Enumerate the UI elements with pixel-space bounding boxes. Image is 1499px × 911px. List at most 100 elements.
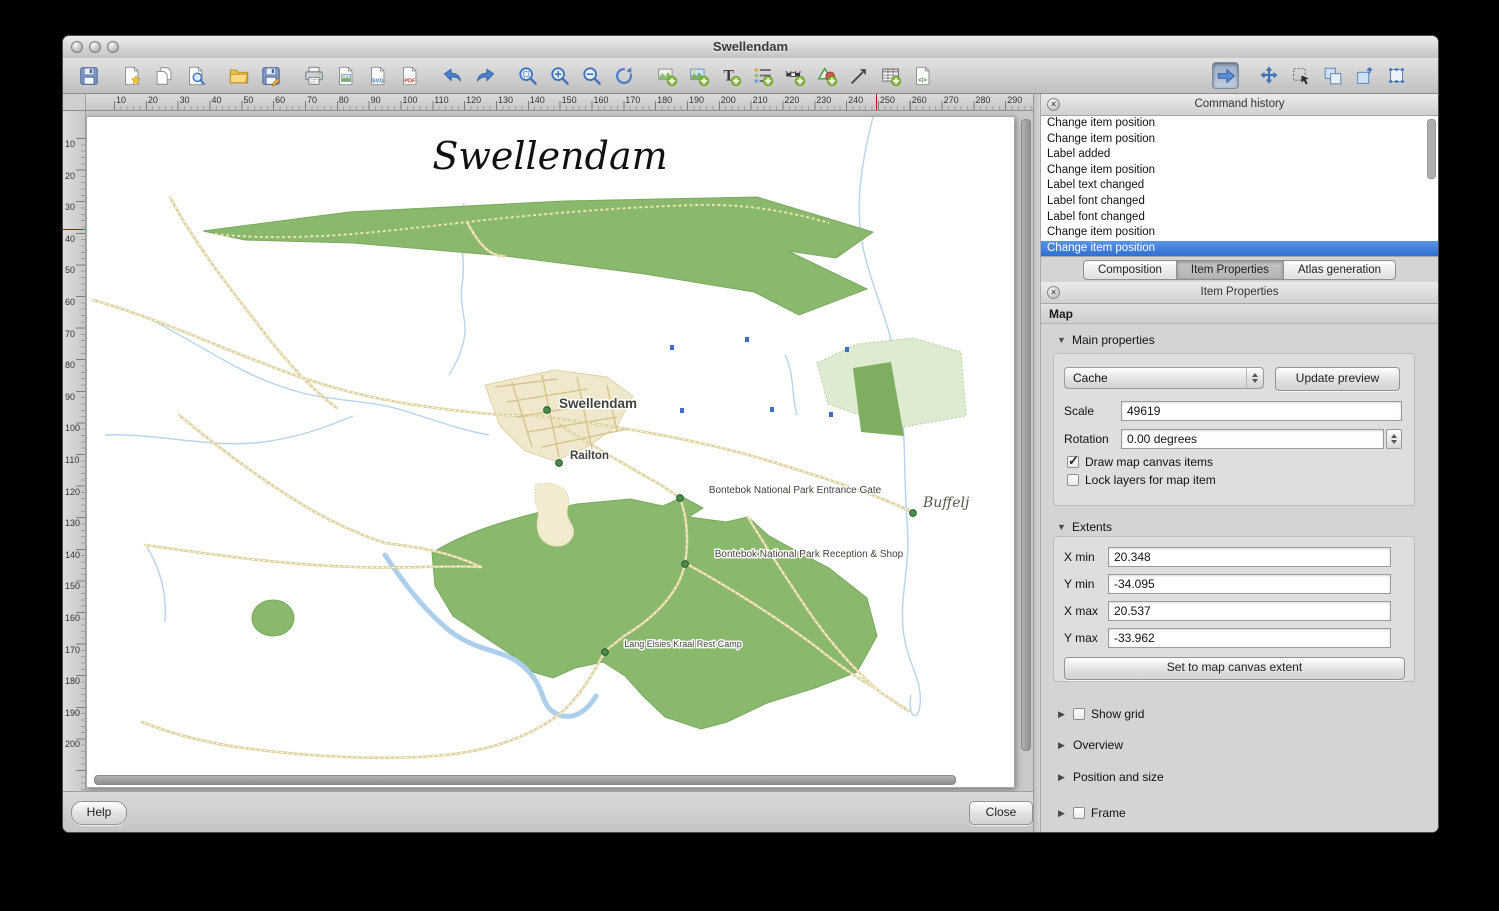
ruler-number: 110 [434,95,448,105]
section-label: Position and size [1073,770,1164,784]
cache-mode-select[interactable]: Cache [1064,367,1264,389]
undo-button[interactable] [439,62,466,89]
zoom-in-button[interactable] [546,62,573,89]
xmin-input[interactable] [1108,547,1391,567]
rotation-input[interactable] [1121,429,1384,449]
history-item[interactable]: Label font changed [1041,194,1438,210]
ymin-input[interactable] [1108,574,1391,594]
close-command-history-icon[interactable]: × [1047,98,1060,111]
composition-page[interactable]: Swellendam Railton Bontebok National Par… [86,116,1015,788]
tab-composition[interactable]: Composition [1083,260,1177,280]
section-checkbox[interactable] [1073,807,1085,819]
close-button[interactable]: Close [969,801,1033,825]
edit-nodes-item-button[interactable] [1287,62,1314,89]
section-checkbox[interactable] [1073,708,1085,720]
main-properties-section-header[interactable]: ▼ Main properties [1056,333,1155,347]
extents-section-header[interactable]: ▼ Extents [1056,520,1112,534]
command-history-scrollbar[interactable] [1427,119,1436,179]
disclosure-closed-icon[interactable]: ▶ [1056,772,1067,783]
ruler-number: 60 [65,297,75,307]
tab-item-properties[interactable]: Item Properties [1177,260,1284,280]
disclosure-closed-icon[interactable]: ▶ [1056,709,1067,720]
duplicate-composer-button[interactable] [150,62,177,89]
add-new-legend-icon [752,65,774,87]
section-show-grid[interactable]: ▶ Show grid [1056,707,1144,721]
panel-splitter[interactable] [1033,94,1041,832]
section-position-and-size[interactable]: ▶ Position and size [1056,770,1164,784]
disclosure-open-icon[interactable]: ▼ [1056,522,1067,532]
history-item[interactable]: Change item position [1041,132,1438,148]
history-item[interactable]: Change item position [1041,241,1438,257]
resize-items-button[interactable] [1383,62,1410,89]
rotation-spinner[interactable] [1386,429,1402,449]
scale-input[interactable] [1121,401,1402,421]
xmax-input[interactable] [1108,601,1391,621]
add-basic-shape-button[interactable] [813,62,840,89]
map-item[interactable]: Swellendam Railton Bontebok National Par… [87,117,1014,787]
raise-selected-items-button[interactable] [1351,62,1378,89]
zoom-out-button[interactable] [578,62,605,89]
add-html-frame-button[interactable]: </> [909,62,936,89]
print-button[interactable] [300,62,327,89]
group-items-button[interactable] [1319,62,1346,89]
map-label-entrance-gate: Bontebok National Park Entrance Gate [709,485,882,496]
export-as-pdf-button[interactable]: PDF [396,62,423,89]
history-item[interactable]: Label added [1041,147,1438,163]
add-new-legend-button[interactable] [749,62,776,89]
lock-layers-checkbox[interactable] [1067,474,1079,486]
help-button[interactable]: Help [71,801,127,825]
composer-manager-button[interactable] [182,62,209,89]
update-preview-button[interactable]: Update preview [1275,367,1400,391]
zoom-full-button[interactable] [514,62,541,89]
save-as-template-button[interactable] [257,62,284,89]
save-project-button[interactable] [75,62,102,89]
history-item[interactable]: Label text changed [1041,178,1438,194]
command-history-list[interactable]: Change item positionChange item position… [1041,116,1438,257]
add-arrow-button[interactable] [845,62,872,89]
add-image-button[interactable] [685,62,712,89]
section-frame[interactable]: ▶Frame [1056,806,1126,820]
export-as-svg-button[interactable]: SVG [364,62,391,89]
draw-map-canvas-items-checkbox[interactable] [1067,456,1079,468]
move-item-content-icon [1258,65,1280,87]
disclosure-closed-icon[interactable]: ▶ [1056,740,1067,751]
history-item[interactable]: Change item position [1041,225,1438,241]
canvas-vertical-scrollbar[interactable] [1021,119,1031,751]
ruler-number: 210 [753,95,768,105]
section-overview[interactable]: ▶Overview [1056,738,1123,752]
ruler-number: 10 [116,95,126,105]
section-label: Show grid [1091,707,1144,721]
add-new-scalebar-button[interactable] [781,62,808,89]
disclosure-closed-icon[interactable]: ▶ [1056,808,1067,819]
add-new-label-icon: T [720,65,742,87]
new-composer-button[interactable] [118,62,145,89]
titlebar[interactable]: Swellendam [63,36,1438,59]
history-item[interactable]: Change item position [1041,116,1438,132]
history-item[interactable]: Label font changed [1041,210,1438,226]
history-item[interactable]: Change item position [1041,163,1438,179]
close-item-properties-icon[interactable]: × [1047,286,1060,299]
canvas-horizontal-scrollbar[interactable] [94,775,956,785]
select-move-item-icon [1215,65,1237,87]
composer-canvas[interactable]: Swellendam Railton Bontebok National Par… [86,111,1033,791]
redo-button[interactable] [471,62,498,89]
add-new-map-button[interactable] [653,62,680,89]
item-properties-content: ▼ Main properties Cache Update preview S… [1041,324,1438,832]
town-blob [535,483,574,546]
load-template-button[interactable] [225,62,252,89]
window-title: Swellendam [63,36,1438,58]
ymax-input[interactable] [1108,628,1391,648]
tab-atlas-generation[interactable]: Atlas generation [1284,260,1396,280]
select-move-item-button[interactable] [1212,62,1239,89]
add-new-label-button[interactable]: T [717,62,744,89]
zoom-out-icon [581,65,603,87]
map-title-label[interactable]: Swellendam [432,134,667,178]
export-as-image-button[interactable] [332,62,359,89]
ruler-number: 70 [307,95,317,105]
move-item-content-button[interactable] [1255,62,1282,89]
add-attribute-table-button[interactable] [877,62,904,89]
refresh-view-button[interactable] [610,62,637,89]
add-attribute-table-icon [880,65,902,87]
disclosure-open-icon[interactable]: ▼ [1056,335,1067,345]
set-to-map-canvas-extent-button[interactable]: Set to map canvas extent [1064,657,1405,680]
